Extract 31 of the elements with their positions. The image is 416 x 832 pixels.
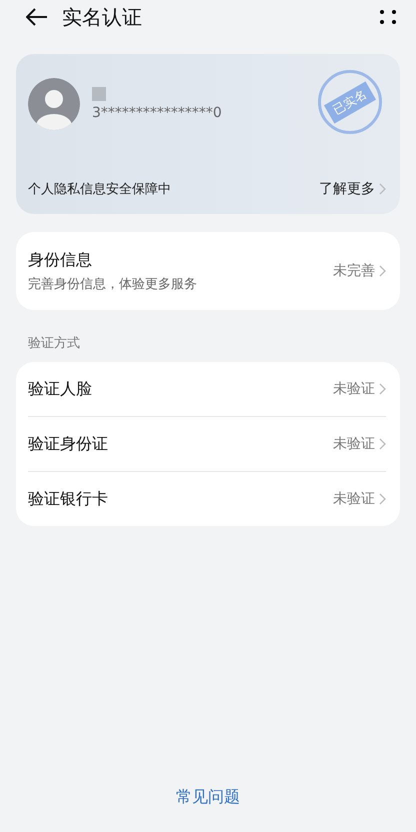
method-row[interactable]: 验证人脸 未验证 <box>28 362 386 416</box>
chevron-right-icon <box>379 383 386 395</box>
verified-stamp: 已实名 <box>318 70 382 134</box>
id-number: 3****************0 <box>92 105 222 121</box>
identity-subtitle: 完善身份信息，体验更多服务 <box>28 276 197 292</box>
avatar-icon <box>28 78 80 130</box>
section-label: 验证方式 <box>28 335 81 352</box>
more-button[interactable] <box>380 9 396 25</box>
page-title: 实名认证 <box>62 4 143 30</box>
chevron-right-icon <box>379 493 386 505</box>
method-status: 未验证 <box>333 490 375 508</box>
identity-card[interactable]: 身份信息 完善身份信息，体验更多服务 未完善 <box>16 232 400 310</box>
chevron-right-icon <box>379 265 386 277</box>
more-dots-icon <box>380 9 396 25</box>
method-status: 未验证 <box>333 380 375 398</box>
chevron-right-icon <box>379 438 386 450</box>
chevron-right-icon <box>379 183 386 195</box>
method-status: 未验证 <box>333 435 375 453</box>
redacted-name <box>92 87 106 101</box>
back-arrow-icon <box>26 8 48 26</box>
method-label: 验证银行卡 <box>28 488 108 510</box>
method-row[interactable]: 验证银行卡 未验证 <box>28 471 386 526</box>
back-button[interactable] <box>26 8 48 26</box>
faq-link[interactable]: 常见问题 <box>176 787 240 808</box>
learn-more-link[interactable]: 了解更多 <box>319 180 386 198</box>
identity-title: 身份信息 <box>28 250 93 270</box>
identity-status: 未完善 <box>333 262 375 280</box>
method-label: 验证人脸 <box>28 378 92 400</box>
method-row[interactable]: 验证身份证 未验证 <box>28 416 386 471</box>
method-label: 验证身份证 <box>28 434 108 454</box>
privacy-note: 个人隐私信息安全保障中 <box>28 181 171 198</box>
